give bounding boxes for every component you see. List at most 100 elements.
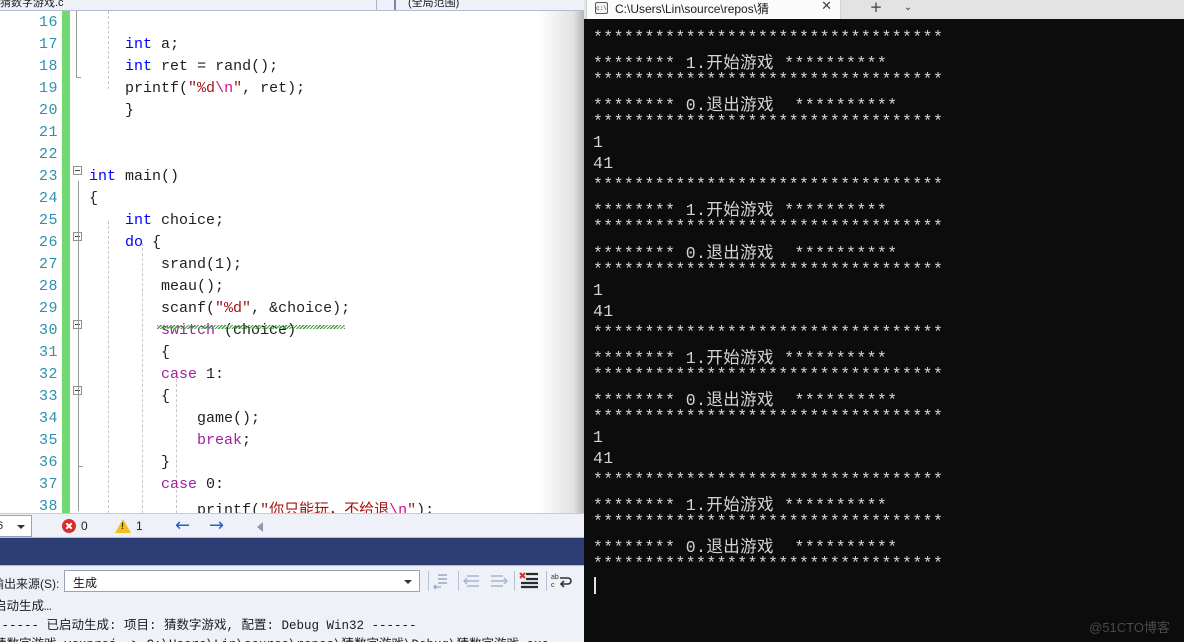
- code-line[interactable]: game();: [89, 410, 260, 427]
- line-number: 25: [38, 212, 58, 229]
- error-navigation-bar: 6 0 1 ← →: [0, 513, 584, 538]
- code-line[interactable]: {: [89, 388, 170, 405]
- terminal-icon: c:\: [595, 2, 608, 14]
- code-line[interactable]: int a;: [89, 36, 179, 53]
- code-line[interactable]: }: [89, 454, 170, 471]
- console-tab[interactable]: c:\ C:\Users\Lin\source\repos\猜 ✕: [586, 0, 841, 19]
- console-line: 1: [593, 280, 604, 300]
- chevron-down-icon: [17, 525, 25, 529]
- code-line[interactable]: do {: [89, 234, 161, 251]
- go-to-source-icon[interactable]: [432, 571, 454, 591]
- svg-text:ab: ab: [551, 574, 559, 581]
- code-line[interactable]: int main(): [89, 168, 179, 185]
- visual-studio-window: 猜数字游戏.c (全局范围) 16 17 18 19 20 21 22 23 24 25 26 27 2…: [0, 0, 584, 642]
- line-number: 31: [38, 344, 58, 361]
- console-line: 41: [593, 449, 614, 468]
- console-line: **********************************: [593, 112, 944, 132]
- code-line[interactable]: srand(1);: [89, 256, 242, 273]
- output-panel: 输出来源(S): 生成: [0, 565, 584, 642]
- code-line[interactable]: scanf("%d", &choice);: [89, 300, 350, 317]
- line-number: 16: [38, 14, 58, 31]
- clear-all-icon[interactable]: [518, 571, 540, 591]
- scope-dropdown-label[interactable]: (全局范围): [408, 0, 459, 10]
- console-line: **********************************: [593, 512, 944, 532]
- close-icon[interactable]: ✕: [821, 0, 832, 15]
- outlining-rail-inner2: [78, 11, 83, 513]
- tab-options-dropdown-icon[interactable]: ⌄: [893, 0, 923, 18]
- svg-text:c: c: [551, 582, 555, 589]
- outlining-rail: [76, 11, 81, 513]
- change-indicator-bar: [62, 11, 70, 513]
- scroll-left-icon[interactable]: [257, 522, 263, 532]
- line-number: 28: [38, 278, 58, 295]
- line-number: 24: [38, 190, 58, 207]
- output-line: 启动生成…: [0, 600, 52, 614]
- line-number: 17: [38, 36, 58, 53]
- console-line: **********************************: [593, 217, 944, 237]
- line-number: 23: [38, 168, 58, 185]
- code-line[interactable]: case 1:: [89, 366, 224, 383]
- code-line[interactable]: case 0:: [89, 476, 224, 493]
- code-line[interactable]: int choice;: [89, 212, 224, 229]
- output-text-area[interactable]: 启动生成… ------ 已启动生成: 项目: 猜数字游戏, 配置: Debug …: [0, 595, 584, 642]
- code-line[interactable]: {: [89, 344, 170, 361]
- line-number: 26: [38, 234, 58, 251]
- console-tab-bar: c:\ C:\Users\Lin\source\repos\猜 ✕ + ⌄: [584, 0, 1184, 19]
- code-line[interactable]: int ret = rand();: [89, 58, 278, 75]
- console-line: **********************************: [593, 554, 944, 574]
- console-line: **********************************: [593, 364, 944, 384]
- toggle-word-wrap-icon[interactable]: ab c: [550, 571, 572, 591]
- console-line: 1: [593, 133, 604, 153]
- new-tab-button[interactable]: +: [859, 0, 893, 18]
- chevron-down-icon: [404, 580, 412, 584]
- console-line: **********************************: [593, 70, 944, 90]
- line-number: 21: [38, 124, 58, 141]
- line-number: 18: [38, 58, 58, 75]
- toolbar-separator: [546, 571, 547, 591]
- navigate-back-icon[interactable]: [462, 571, 484, 591]
- navigate-forward-icon[interactable]: [488, 571, 510, 591]
- console-output[interactable]: ********************************** ******…: [584, 19, 1184, 642]
- line-number: 37: [38, 476, 58, 493]
- line-number: 34: [38, 410, 58, 427]
- console-line: **********************************: [593, 470, 944, 490]
- warning-count: 1: [136, 519, 143, 533]
- code-line[interactable]: {: [89, 190, 98, 207]
- editor-top-strip: 猜数字游戏.c (全局范围): [0, 0, 584, 11]
- zoom-level-value: 6: [0, 520, 4, 532]
- toolbar-separator: [428, 571, 429, 591]
- line-number: 20: [38, 102, 58, 119]
- line-number: 27: [38, 256, 58, 273]
- line-number: 30: [38, 322, 58, 339]
- editor-tab-label[interactable]: 猜数字游戏.c: [0, 0, 64, 10]
- code-editor[interactable]: 16 17 18 19 20 21 22 23 24 25 26 27 28 29 30 31 32 33 34 35…: [0, 11, 584, 513]
- console-line: 1: [593, 427, 604, 447]
- console-line: 41: [593, 154, 614, 174]
- console-window: c:\ C:\Users\Lin\source\repos\猜 ✕ + ⌄ **…: [584, 0, 1184, 642]
- navigate-back-arrow-icon[interactable]: ←: [175, 516, 190, 536]
- navigate-forward-arrow-icon[interactable]: →: [209, 516, 224, 536]
- code-line[interactable]: }: [89, 102, 134, 119]
- output-line: ------ 已启动生成: 项目: 猜数字游戏, 配置: Debug Win32…: [0, 619, 417, 633]
- line-number: 35: [38, 432, 58, 449]
- console-line: **********************************: [593, 259, 944, 279]
- line-number: 38: [38, 498, 58, 513]
- console-tab-title: C:\Users\Lin\source\repos\猜: [615, 2, 770, 16]
- output-source-value: 生成: [73, 576, 98, 590]
- console-line: 41: [593, 301, 614, 321]
- code-line[interactable]: printf("%d\n", ret);: [89, 80, 305, 97]
- zoom-level-combobox[interactable]: 6: [0, 515, 32, 537]
- console-line: **********************************: [593, 406, 944, 426]
- toolbar-separator: [514, 571, 515, 591]
- code-line[interactable]: meau();: [89, 278, 224, 295]
- top-strip-divider: [376, 0, 377, 10]
- watermark: @51CTO博客: [1089, 620, 1170, 635]
- panel-separator-band: [0, 538, 584, 565]
- line-number: 33: [38, 388, 58, 405]
- output-line: 猜数字游戏.vcxproj -> C:\Users\Lin\source\rep…: [0, 633, 549, 642]
- code-line[interactable]: break;: [89, 432, 251, 449]
- error-count: 0: [81, 519, 88, 533]
- line-number: 36: [38, 454, 58, 471]
- output-source-combobox[interactable]: 生成: [64, 570, 420, 592]
- code-line[interactable]: printf("你只能玩，不给退\n");: [89, 498, 434, 513]
